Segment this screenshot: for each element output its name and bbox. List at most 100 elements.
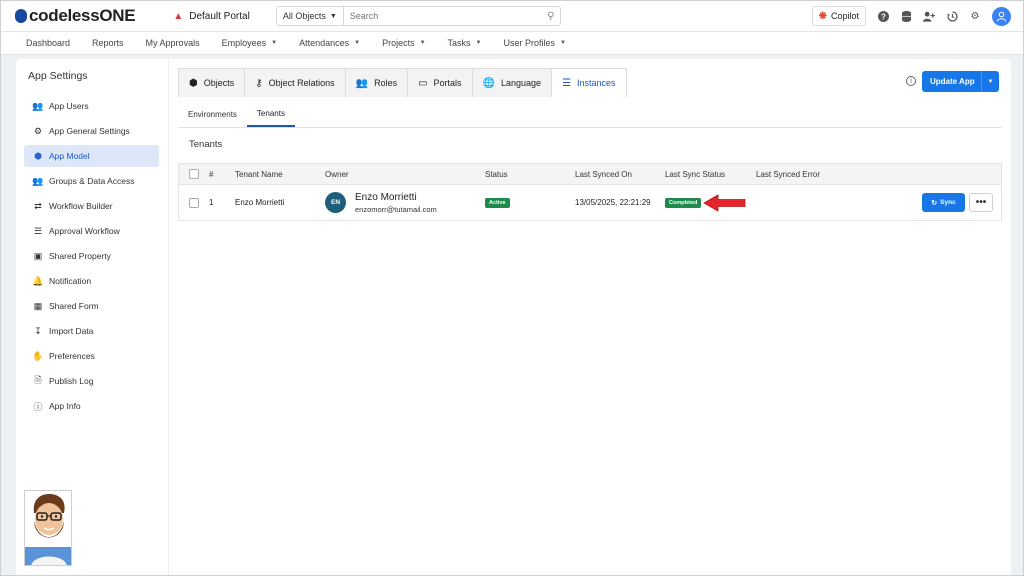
tenants-table: # Tenant Name Owner Status Last Synced O… (178, 163, 1002, 221)
nav-attendances[interactable]: Attendances ▼ (299, 38, 360, 48)
bearded-man-illustration (25, 494, 71, 565)
sidebar-item-label: App Info (49, 401, 81, 411)
object-scope-select[interactable]: All Objects ▼ (277, 7, 344, 25)
sidebar-item-shared-property[interactable]: ▣ Shared Property (24, 245, 159, 267)
annotation-arrow-icon (703, 194, 746, 212)
column-header: Owner (325, 169, 349, 179)
column-header: Tenant Name (235, 169, 283, 179)
svg-text:?: ? (881, 12, 886, 21)
monitor-icon: ▭ (418, 77, 428, 89)
tab-language[interactable]: 🌐 Language (472, 69, 553, 97)
sidebar-item-label: App General Settings (49, 126, 130, 136)
column-header: Status (485, 169, 508, 179)
sidebar-item-approval-workflow[interactable]: ☰ Approval Workflow (24, 220, 159, 242)
portal-switcher[interactable]: ▲ Default Portal (173, 11, 250, 22)
sidebar-item-publish-log[interactable]: 🗎 Publish Log (24, 370, 159, 392)
tab-label: Language (501, 78, 542, 88)
sync-label: Sync (940, 199, 956, 206)
search-input[interactable]: Search (344, 7, 542, 25)
table-header: # Tenant Name Owner Status Last Synced O… (179, 164, 1001, 184)
sidebar-item-preferences[interactable]: ✋ Preferences (24, 345, 159, 367)
sidebar-item-app-info[interactable]: ⓘ App Info (24, 395, 159, 417)
tenant-name: Enzo Morrietti (235, 198, 285, 207)
copilot-button[interactable]: ❋ Copilot (811, 6, 866, 26)
nav-my-approvals[interactable]: My Approvals (146, 38, 200, 48)
sidebar-item-app-users[interactable]: 👥 App Users (24, 95, 159, 117)
column-header: # (209, 169, 214, 179)
workflow-icon: ⇄ (34, 200, 42, 211)
database-icon[interactable] (900, 10, 912, 22)
update-app-button[interactable]: Update App ▼ (922, 71, 999, 92)
assistant-avatar[interactable] (24, 490, 72, 566)
sidebar-item-import-data[interactable]: ↧ Import Data (24, 320, 159, 342)
chevron-down-icon: ▼ (419, 40, 426, 46)
owner-avatar: EN (325, 192, 346, 213)
brand-name: codelessONE (29, 6, 136, 25)
tab-roles[interactable]: 👥 Roles (345, 69, 409, 97)
subtab-tenants[interactable]: Tenants (246, 102, 295, 127)
add-user-icon[interactable] (923, 10, 935, 22)
nav-tasks[interactable]: Tasks ▼ (448, 38, 482, 48)
tab-instances[interactable]: ☰ Instances (552, 69, 626, 97)
column-header: Last Synced Error (756, 169, 821, 179)
users-icon: 👥 (32, 100, 44, 111)
update-app-label: Update App (930, 77, 975, 86)
help-icon[interactable]: ? (877, 10, 889, 22)
subtab-environments[interactable]: Environments (178, 102, 247, 127)
info-icon: ⓘ (33, 401, 43, 412)
tab-objects[interactable]: ⬢ Objects (179, 69, 246, 97)
tab-portals[interactable]: ▭ Portals (408, 69, 473, 97)
sidebar-item-app-general-settings[interactable]: ⚙ App General Settings (24, 120, 159, 142)
row-checkbox[interactable] (189, 197, 199, 208)
nav-dashboard[interactable]: Dashboard (26, 38, 70, 48)
portal-icon: ▲ (173, 10, 184, 22)
sidebar-item-label: Shared Property (49, 251, 111, 261)
tab-object-relations[interactable]: ⚷ Object Relations (245, 69, 346, 97)
group-icon: 👥 (32, 175, 44, 186)
table-row[interactable]: 1 Enzo Morrietti EN Enzo Morrietti enzom… (179, 184, 1001, 220)
sync-icon: ↻ (931, 199, 938, 207)
gear-icon: ⚙ (33, 125, 43, 136)
nav-label: Reports (92, 38, 124, 48)
more-actions-button[interactable]: ••• (969, 193, 993, 212)
nav-reports[interactable]: Reports (92, 38, 124, 48)
sidebar-item-label: Shared Form (49, 301, 99, 311)
file-icon: 🗎 (34, 375, 42, 385)
sync-button[interactable]: ↻ Sync (922, 193, 965, 212)
sidebar-item-label: Approval Workflow (49, 226, 120, 236)
column-header: Last Synced On (575, 169, 632, 179)
sidebar-item-shared-form[interactable]: ▦ Shared Form (24, 295, 159, 317)
history-icon[interactable] (946, 10, 958, 22)
nav-employees[interactable]: Employees ▼ (222, 38, 277, 48)
owner-cell: EN Enzo Morrietti enzomorr@tutamail.com (325, 192, 485, 214)
hand-icon: ✋ (32, 350, 44, 361)
sidebar-item-notification[interactable]: 🔔 Notification (24, 270, 159, 292)
chevron-down-icon: ▼ (475, 40, 482, 46)
search-icon[interactable]: ⚲ (542, 11, 560, 22)
database-icon: ☰ (562, 77, 572, 89)
sidebar-item-workflow-builder[interactable]: ⇄ Workflow Builder (24, 195, 159, 217)
chevron-down-icon[interactable]: ▼ (981, 71, 999, 92)
gear-icon[interactable]: ⚙ (969, 10, 981, 22)
globe-icon: 🌐 (482, 77, 496, 89)
bell-icon: 🔔 (32, 275, 44, 286)
top-actions: ❋ Copilot ? ⚙ (811, 6, 1011, 26)
nav-label: Tasks (447, 38, 471, 48)
chevron-down-icon: ▼ (354, 40, 361, 46)
info-icon[interactable]: i (906, 76, 916, 86)
user-avatar[interactable] (992, 6, 1011, 26)
sidebar-list: 👥 App Users ⚙ App General Settings ⬢ App Mo… (24, 95, 159, 420)
sidebar-item-app-model[interactable]: ⬢ App Model (24, 145, 159, 167)
sidebar-item-groups-data-access[interactable]: 👥 Groups & Data Access (24, 170, 159, 192)
owner-email: enzomorr@tutamail.com (355, 204, 437, 214)
app-model-tabs: ⬢ Objects ⚷ Object Relations 👥 Roles ▭ Porta… (178, 68, 627, 97)
nav-user-profiles[interactable]: User Profiles ▼ (504, 38, 566, 48)
brand-logo[interactable]: codelessONE (15, 6, 136, 26)
nav-label: Dashboard (26, 38, 71, 48)
nav-label: Projects (382, 38, 415, 48)
nav-projects[interactable]: Projects ▼ (382, 38, 425, 48)
chevron-down-icon: ▼ (560, 40, 566, 46)
sidebar-item-label: Notification (49, 276, 92, 286)
select-all-checkbox[interactable] (189, 169, 199, 179)
sidebar-item-label: Import Data (49, 326, 94, 336)
